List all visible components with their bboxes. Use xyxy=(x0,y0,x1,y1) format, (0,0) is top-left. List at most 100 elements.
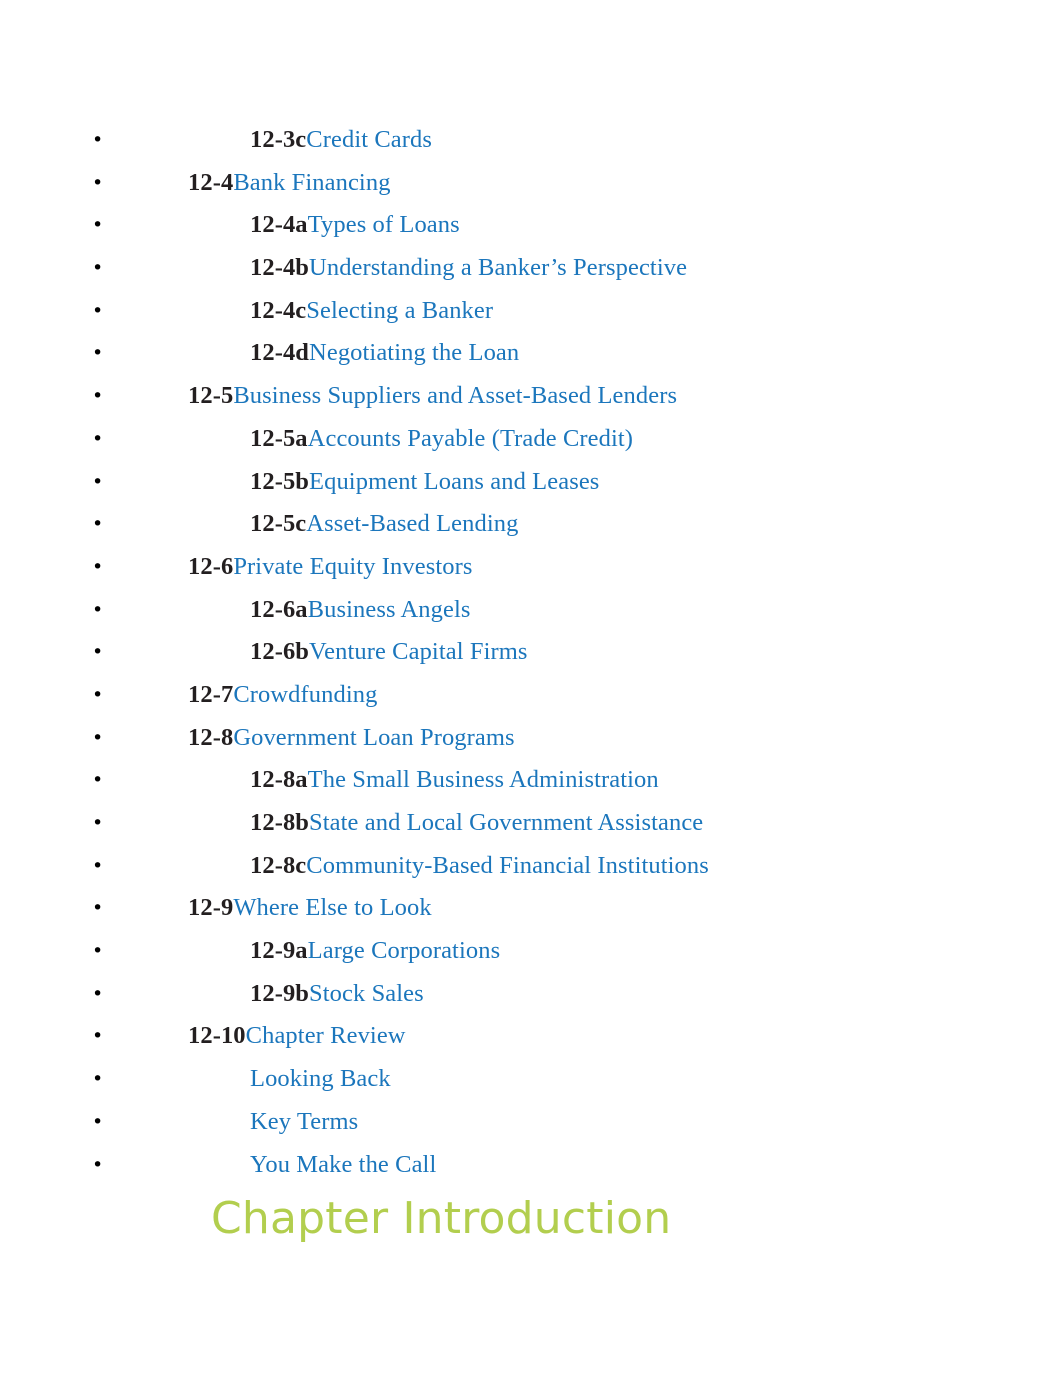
toc-link[interactable]: Government Loan Programs xyxy=(233,724,514,751)
toc-link[interactable]: Looking Back xyxy=(250,1065,391,1092)
bullet-icon: • xyxy=(92,257,104,280)
list-item: • 12-5aAccounts Payable (Trade Credit) xyxy=(0,418,1062,461)
toc-link[interactable]: Negotiating the Loan xyxy=(309,339,519,366)
list-item: • 12-4dNegotiating the Loan xyxy=(0,332,1062,375)
section-number: 12-5 xyxy=(188,382,234,410)
toc-link[interactable]: Community-Based Financial Institutions xyxy=(306,852,709,879)
toc-entry: 12-4cSelecting a Banker xyxy=(250,290,493,333)
bullet-icon: • xyxy=(92,342,104,365)
bullet-icon: • xyxy=(92,214,104,237)
toc-entry: 12-5bEquipment Loans and Leases xyxy=(250,461,599,504)
toc-link[interactable]: Stock Sales xyxy=(309,980,424,1007)
section-number: 12-6a xyxy=(250,595,308,623)
toc-link[interactable]: Business Angels xyxy=(308,596,471,623)
toc-entry: 12-5cAsset-Based Lending xyxy=(250,503,518,546)
section-number: 12-6 xyxy=(188,552,234,580)
toc-entry: 12-4bUnderstanding a Banker’s Perspectiv… xyxy=(250,247,687,290)
toc-link[interactable]: Types of Loans xyxy=(308,211,460,238)
toc-link[interactable]: Asset-Based Lending xyxy=(306,510,518,537)
bullet-icon: • xyxy=(92,641,104,664)
toc-link[interactable]: Accounts Payable (Trade Credit) xyxy=(308,425,633,452)
section-number: 12-8b xyxy=(250,809,310,836)
list-item: • 12-8aThe Small Business Administration xyxy=(0,759,1062,802)
toc-link[interactable]: Understanding a Banker’s Perspective xyxy=(309,254,687,281)
bullet-icon: • xyxy=(92,1110,104,1133)
toc-entry: 12-7Crowdfunding xyxy=(188,674,377,717)
toc-entry: 12-9aLarge Corporations xyxy=(250,930,500,973)
list-item: • 12-6aBusiness Angels xyxy=(0,589,1062,632)
bullet-icon: • xyxy=(92,1025,104,1048)
list-item: • 12-9bStock Sales xyxy=(0,973,1062,1016)
toc-entry: 12-10Chapter Review xyxy=(188,1015,406,1058)
toc-link[interactable]: Credit Cards xyxy=(306,126,432,153)
toc-link[interactable]: Crowdfunding xyxy=(233,681,377,708)
toc-entry: 12-9bStock Sales xyxy=(250,973,424,1016)
bullet-icon: • xyxy=(92,470,104,493)
toc-link[interactable]: Selecting a Banker xyxy=(306,297,493,324)
toc-link[interactable]: Business Suppliers and Asset-Based Lende… xyxy=(233,382,677,409)
section-number: 12-9a xyxy=(250,937,308,965)
section-number: 12-4 xyxy=(188,168,234,196)
toc-entry: 12-3cCredit Cards xyxy=(250,119,432,162)
toc-link[interactable]: The Small Business Administration xyxy=(308,766,659,793)
list-item: • 12-3cCredit Cards xyxy=(0,119,1062,162)
section-number: 12-3c xyxy=(250,126,307,153)
list-item: • 12-5bEquipment Loans and Leases xyxy=(0,461,1062,504)
section-number: 12-7 xyxy=(188,680,234,708)
toc-link[interactable]: Where Else to Look xyxy=(233,894,431,921)
list-item: • 12-6Private Equity Investors xyxy=(0,546,1062,589)
section-number: 12-9 xyxy=(188,894,234,922)
section-number: 12-10 xyxy=(188,1022,246,1050)
list-item: • 12-4bUnderstanding a Banker’s Perspecti… xyxy=(0,247,1062,290)
toc-entry: 12-8Government Loan Programs xyxy=(188,717,515,760)
bullet-icon: • xyxy=(92,1068,104,1091)
bullet-icon: • xyxy=(92,812,104,834)
section-number: 12-4a xyxy=(250,211,308,239)
page-title: Chapter Introduction xyxy=(211,1193,672,1244)
toc-link[interactable]: State and Local Government Assistance xyxy=(309,809,703,836)
bullet-icon: • xyxy=(92,513,104,536)
section-number: 12-5a xyxy=(250,424,308,452)
toc-entry: 12-8cCommunity-Based Financial Instituti… xyxy=(250,845,709,888)
section-number: 12-4b xyxy=(250,254,310,282)
list-item: • 12-4cSelecting a Banker xyxy=(0,290,1062,333)
toc-entry: 12-4aTypes of Loans xyxy=(250,204,460,247)
section-number: 12-6b xyxy=(250,638,310,666)
section-number: 12-9b xyxy=(250,979,310,1007)
list-item: • 12-9Where Else to Look xyxy=(0,887,1062,930)
list-item: • 12-4aTypes of Loans xyxy=(0,204,1062,247)
toc-entry: Looking Back xyxy=(250,1058,391,1101)
toc-link[interactable]: You Make the Call xyxy=(250,1151,436,1178)
bullet-icon: • xyxy=(92,1153,104,1176)
toc-link[interactable]: Chapter Review xyxy=(246,1022,406,1049)
toc-link[interactable]: Private Equity Investors xyxy=(233,553,472,580)
list-item: • Looking Back xyxy=(0,1058,1062,1101)
list-item: • Key Terms xyxy=(0,1101,1062,1144)
bullet-icon: • xyxy=(92,982,104,1005)
bullet-icon: • xyxy=(92,940,104,963)
toc-entry: 12-8aThe Small Business Administration xyxy=(250,759,659,802)
list-item: • 12-10Chapter Review xyxy=(0,1015,1062,1058)
toc-entry: 12-5aAccounts Payable (Trade Credit) xyxy=(250,418,633,461)
bullet-icon: • xyxy=(92,598,104,621)
section-number: 12-8 xyxy=(188,723,234,751)
list-item: • 12-9aLarge Corporations xyxy=(0,930,1062,973)
list-item: • 12-7Crowdfunding xyxy=(0,674,1062,717)
toc-link[interactable]: Venture Capital Firms xyxy=(309,638,528,665)
list-item: • 12-5cAsset-Based Lending xyxy=(0,503,1062,546)
bullet-icon: • xyxy=(92,555,104,578)
bullet-icon: • xyxy=(92,726,104,749)
toc-entry: 12-6bVenture Capital Firms xyxy=(250,631,528,674)
bullet-icon: • xyxy=(92,385,104,408)
toc-link[interactable]: Key Terms xyxy=(250,1108,358,1135)
list-item: • 12-6bVenture Capital Firms xyxy=(0,631,1062,674)
toc-link[interactable]: Large Corporations xyxy=(308,937,501,964)
list-item: • 12-5Business Suppliers and Asset-Based … xyxy=(0,375,1062,418)
toc-link[interactable]: Equipment Loans and Leases xyxy=(309,468,599,495)
toc-entry: 12-6Private Equity Investors xyxy=(188,546,473,589)
bullet-icon: • xyxy=(92,854,104,877)
toc-link[interactable]: Bank Financing xyxy=(233,169,390,196)
toc-entry: 12-5Business Suppliers and Asset-Based L… xyxy=(188,375,677,418)
toc-entry: 12-8bState and Local Government Assistan… xyxy=(250,802,703,845)
list-item: • 12-8Government Loan Programs xyxy=(0,717,1062,760)
